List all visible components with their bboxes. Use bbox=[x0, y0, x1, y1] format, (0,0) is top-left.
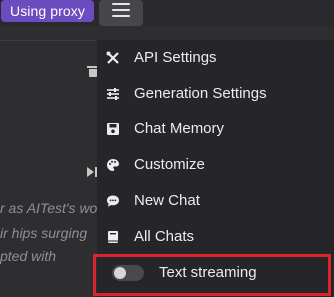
chat-message-line: pted with bbox=[0, 248, 57, 264]
palette-icon bbox=[107, 159, 119, 171]
top-bar: Using proxy bbox=[0, 0, 334, 26]
menu-item-label: Customize bbox=[134, 156, 205, 173]
wrench-screwdriver-icon bbox=[106, 51, 119, 64]
menu-item-customize[interactable]: Customize bbox=[97, 148, 334, 182]
menu-item-new-chat[interactable]: New Chat bbox=[97, 184, 334, 218]
hamburger-icon bbox=[112, 3, 130, 17]
menu-item-label: Chat Memory bbox=[134, 120, 225, 137]
menu-item-all-chats[interactable]: All Chats bbox=[97, 220, 334, 254]
text-streaming-label: Text streaming bbox=[159, 264, 257, 281]
chat-message-line: r as AITest's wo bbox=[0, 200, 98, 216]
menu-item-label: Generation Settings bbox=[134, 85, 267, 102]
chat-bubble-icon bbox=[107, 195, 119, 207]
proxy-status-badge[interactable]: Using proxy bbox=[1, 0, 94, 22]
menu-item-chat-memory[interactable]: Chat Memory bbox=[97, 112, 334, 146]
menu-item-label: New Chat bbox=[134, 192, 200, 209]
menu-item-generation-settings[interactable]: Generation Settings bbox=[97, 77, 334, 111]
floppy-disk-icon bbox=[107, 123, 119, 135]
chat-message-line: ir hips surging bbox=[0, 225, 88, 241]
sliders-icon bbox=[107, 88, 119, 100]
menu-button[interactable] bbox=[99, 0, 143, 26]
text-streaming-toggle[interactable] bbox=[112, 265, 144, 281]
book-icon bbox=[108, 231, 118, 243]
menu-item-label: API Settings bbox=[134, 49, 217, 66]
menu-item-label: All Chats bbox=[134, 228, 195, 245]
toggle-knob bbox=[114, 267, 126, 279]
menu-item-api-settings[interactable]: API Settings bbox=[97, 41, 334, 75]
